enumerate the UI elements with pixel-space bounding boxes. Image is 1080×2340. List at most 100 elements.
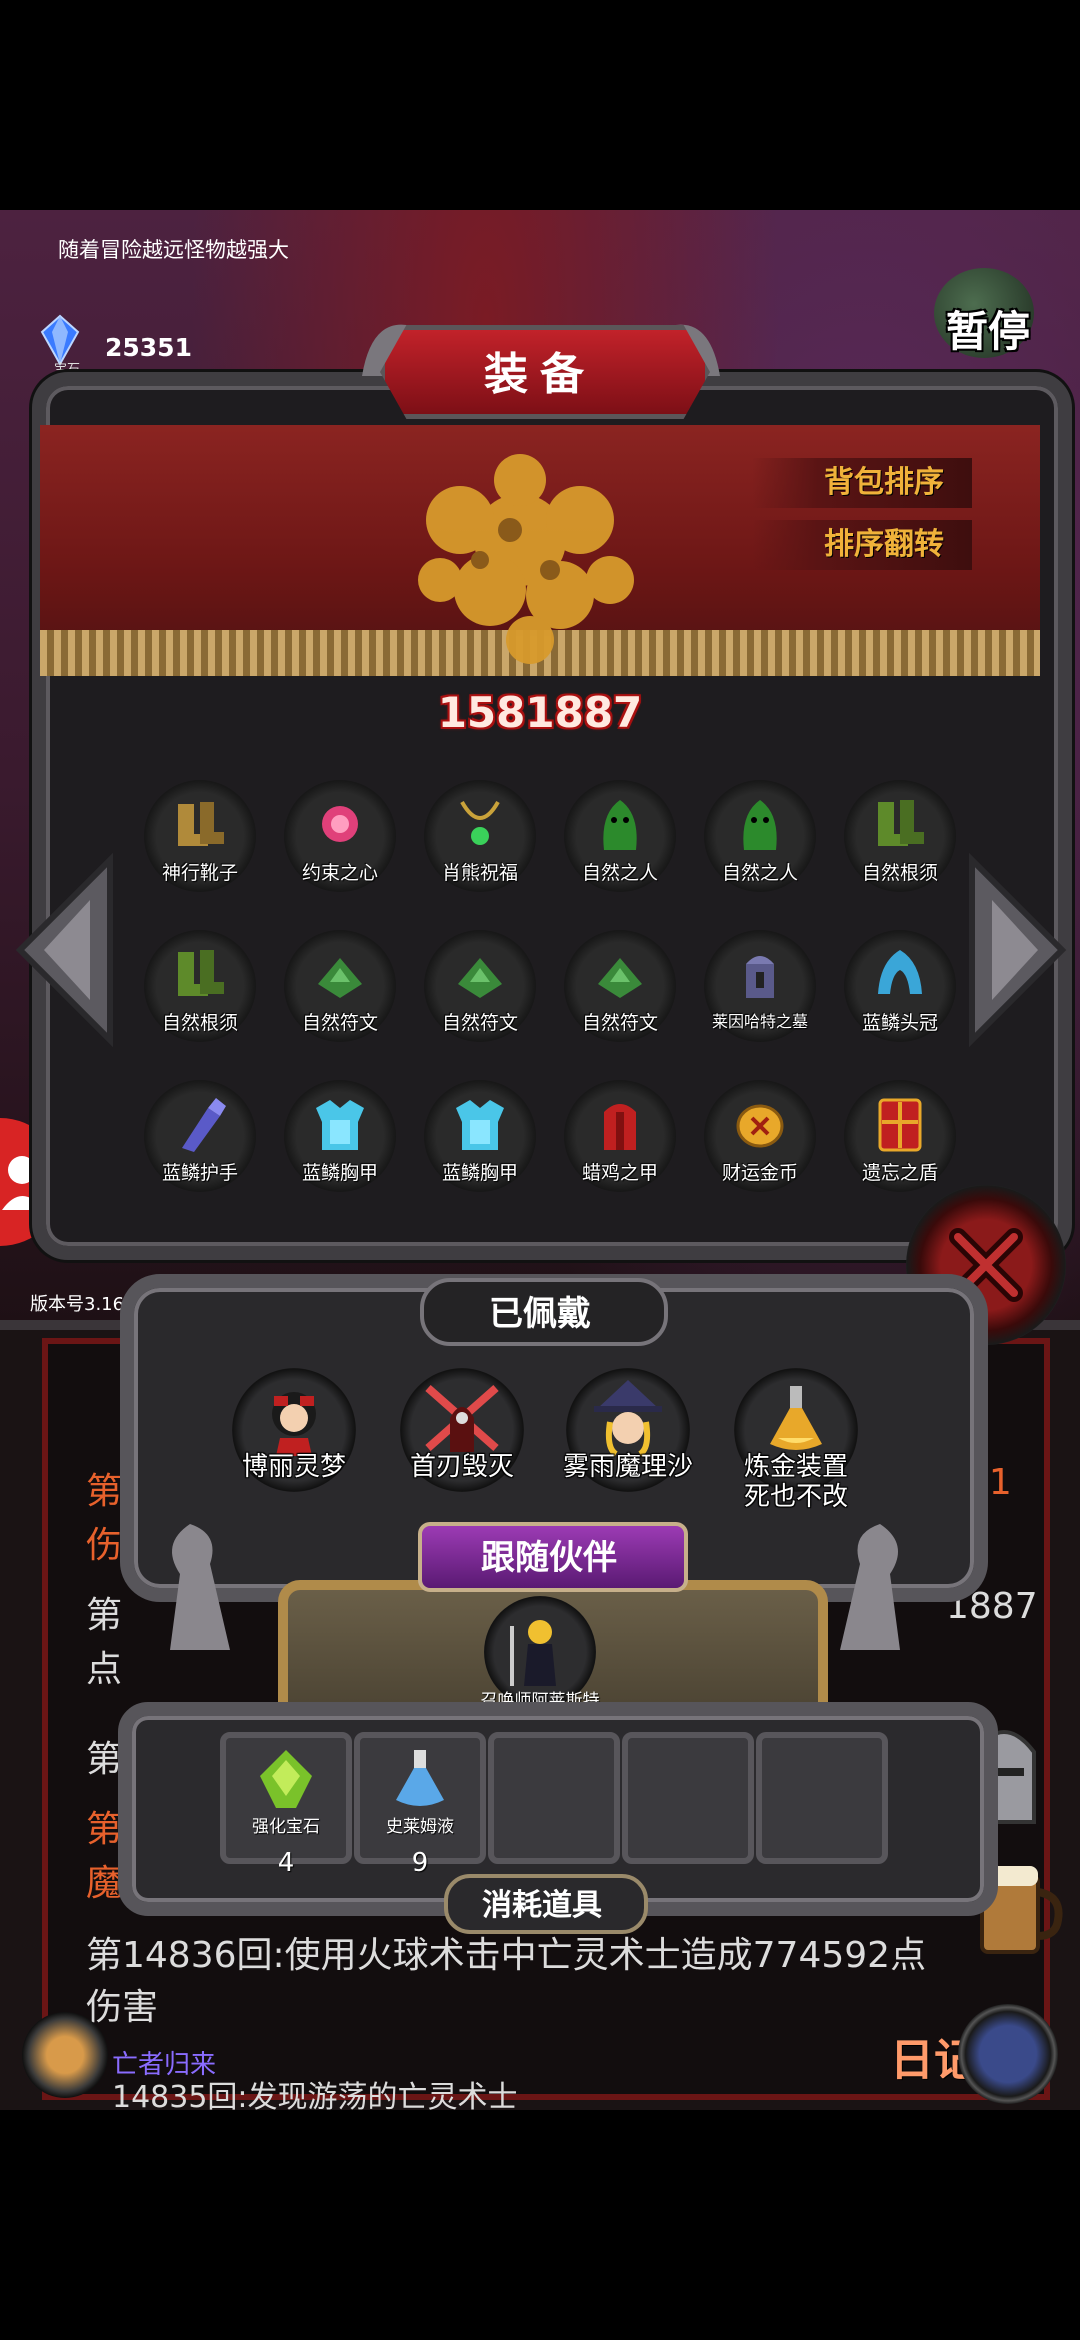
arrow-right-icon[interactable] [962, 850, 1072, 1050]
log-line: 第 [86, 1739, 123, 1780]
equipment-slot[interactable]: 蜡鸡之甲 [564, 1080, 676, 1192]
consumable-slot[interactable]: 强化宝石 4 [220, 1732, 352, 1878]
undead-helmet-icon[interactable] [22, 2012, 108, 2098]
witch-icon [594, 1380, 662, 1457]
equipment-slot[interactable]: 自然根须 [144, 930, 256, 1042]
equipment-slot[interactable]: 自然符文 [564, 930, 676, 1042]
tomb-icon [746, 956, 774, 998]
equipment-slot[interactable]: 自然之人 [564, 780, 676, 892]
consumable-count: 4 [277, 1848, 295, 1878]
diary-book-icon[interactable] [958, 2004, 1058, 2104]
consumable-label: 史莱姆液 [386, 1817, 454, 1837]
equipment-slot[interactable]: 自然根须 [844, 780, 956, 892]
equipment-label: 蓝鳞头冠 [861, 1012, 938, 1034]
equipment-slot[interactable]: 蓝鳞头冠 [844, 930, 956, 1042]
version-label: 版本号3.16 [30, 1294, 125, 1315]
equipment-slot[interactable]: 蓝鳞护手 [144, 1080, 256, 1192]
log-line: 魔 [86, 1863, 123, 1904]
consumable-slot[interactable]: 史莱姆液 9 [354, 1732, 486, 1878]
equipment-slot[interactable]: 约束之心 [284, 780, 396, 892]
worn-label: 博丽灵梦 [241, 1452, 346, 1482]
root-boots-icon [878, 800, 924, 846]
nature-spirit-icon [743, 800, 777, 850]
log-line: 伤 [86, 1525, 123, 1566]
arrow-left-icon[interactable] [10, 850, 120, 1050]
equipment-slot[interactable]: 肖熊祝福 [424, 780, 536, 892]
shield-icon [878, 1098, 922, 1152]
blade-reaper-icon [425, 1385, 499, 1452]
equipment-label: 自然根须 [161, 1012, 238, 1034]
equipment-label: 蓝鳞胸甲 [441, 1162, 518, 1184]
equipment-label: 蓝鳞胸甲 [301, 1162, 378, 1184]
log-line: 第 [86, 1809, 123, 1850]
heart-gem-icon [322, 806, 358, 842]
chestplate-icon [456, 1100, 504, 1150]
log-line: 第 [86, 1471, 123, 1512]
worn-label: 炼金装置 死也不改 [743, 1452, 848, 1512]
sort-reverse-button[interactable]: 排序翻转 [752, 520, 972, 570]
explosion-effect-icon [418, 454, 634, 664]
equipment-slot[interactable]: 莱因哈特之墓 [704, 930, 816, 1042]
alchemy-flask-icon [770, 1386, 822, 1450]
equipment-label: 蓝鳞护手 [161, 1162, 238, 1184]
rune-icon [598, 958, 642, 998]
potion-icon [396, 1750, 444, 1806]
sort-bag-button[interactable]: 背包排序 [752, 458, 972, 508]
equipment-slot[interactable]: 自然符文 [424, 930, 536, 1042]
amulet-icon [460, 800, 500, 845]
equipment-label: 遗忘之盾 [861, 1162, 938, 1184]
pause-label[interactable]: 暂停 [946, 298, 1030, 359]
companion-title: 跟随伙伴 [481, 1538, 617, 1578]
consumable-slot-empty[interactable] [756, 1732, 888, 1864]
equipment-slot[interactable]: 财运金币 [704, 1080, 816, 1192]
equipment-label: 蜡鸡之甲 [581, 1162, 658, 1184]
rune-icon [318, 958, 362, 998]
gauntlet-icon [182, 1098, 226, 1152]
undead-return-label: 亡者归来 [112, 2050, 217, 2080]
top-hint-text: 随着冒险越远怪物越强大 [58, 238, 289, 262]
worn-slot[interactable]: 首刃毁灭 [400, 1368, 524, 1492]
equipment-label: 自然根须 [861, 862, 938, 884]
equipment-slot[interactable]: 蓝鳞胸甲 [284, 1080, 396, 1192]
equipment-label: 肖熊祝福 [441, 862, 518, 884]
gold-coin-icon [736, 1104, 784, 1148]
equipment-label: 莱因哈特之墓 [711, 1012, 808, 1031]
consumable-label: 强化宝石 [252, 1817, 320, 1837]
worn-slot[interactable]: 博丽灵梦 [232, 1368, 356, 1492]
dragon-statue-right-icon [840, 1524, 900, 1650]
equipment-label: 自然符文 [581, 1012, 658, 1034]
log-line: 第 [86, 1595, 123, 1636]
equipment-slot[interactable]: 自然符文 [284, 930, 396, 1042]
consumable-slot-empty[interactable] [622, 1732, 754, 1864]
green-gem-icon [260, 1750, 312, 1808]
equipment-label: 自然符文 [441, 1012, 518, 1034]
equipment-label: 神行靴子 [161, 862, 238, 884]
equipment-label: 自然之人 [721, 862, 798, 884]
consumable-count: 9 [411, 1848, 429, 1878]
combat-power-value: 1581887 [437, 688, 643, 737]
nature-spirit-icon [603, 800, 637, 850]
equipment-slot[interactable]: 自然之人 [704, 780, 816, 892]
red-armor-icon [604, 1104, 636, 1150]
rune-icon [458, 958, 502, 998]
worn-slot[interactable]: 炼金装置 死也不改 [734, 1368, 858, 1512]
gem-count: 25351 [105, 333, 192, 362]
equipment-label: 自然符文 [301, 1012, 378, 1034]
equipment-slot[interactable]: 蓝鳞胸甲 [424, 1080, 536, 1192]
equipment-slot[interactable]: 神行靴子 [144, 780, 256, 892]
worn-title: 已佩戴 [489, 1294, 591, 1334]
consumable-slot-empty[interactable] [488, 1732, 620, 1864]
shrine-maiden-icon [272, 1392, 316, 1456]
log-line: 点 [86, 1649, 123, 1690]
worn-label: 首刃毁灭 [409, 1452, 514, 1482]
equipment-slot[interactable]: 遗忘之盾 [844, 1080, 956, 1192]
dragon-statue-left-icon [170, 1524, 230, 1650]
crown-icon [878, 950, 922, 994]
consumables-title: 消耗道具 [482, 1888, 602, 1923]
worn-label: 雾雨魔理沙 [562, 1452, 693, 1482]
log-line: 伤害 [86, 1987, 159, 2028]
equipment-label: 财运金币 [721, 1162, 798, 1184]
worn-slot[interactable]: 雾雨魔理沙 [563, 1368, 693, 1492]
root-boots-icon [178, 950, 224, 996]
equipment-title: 装备 [484, 349, 596, 400]
